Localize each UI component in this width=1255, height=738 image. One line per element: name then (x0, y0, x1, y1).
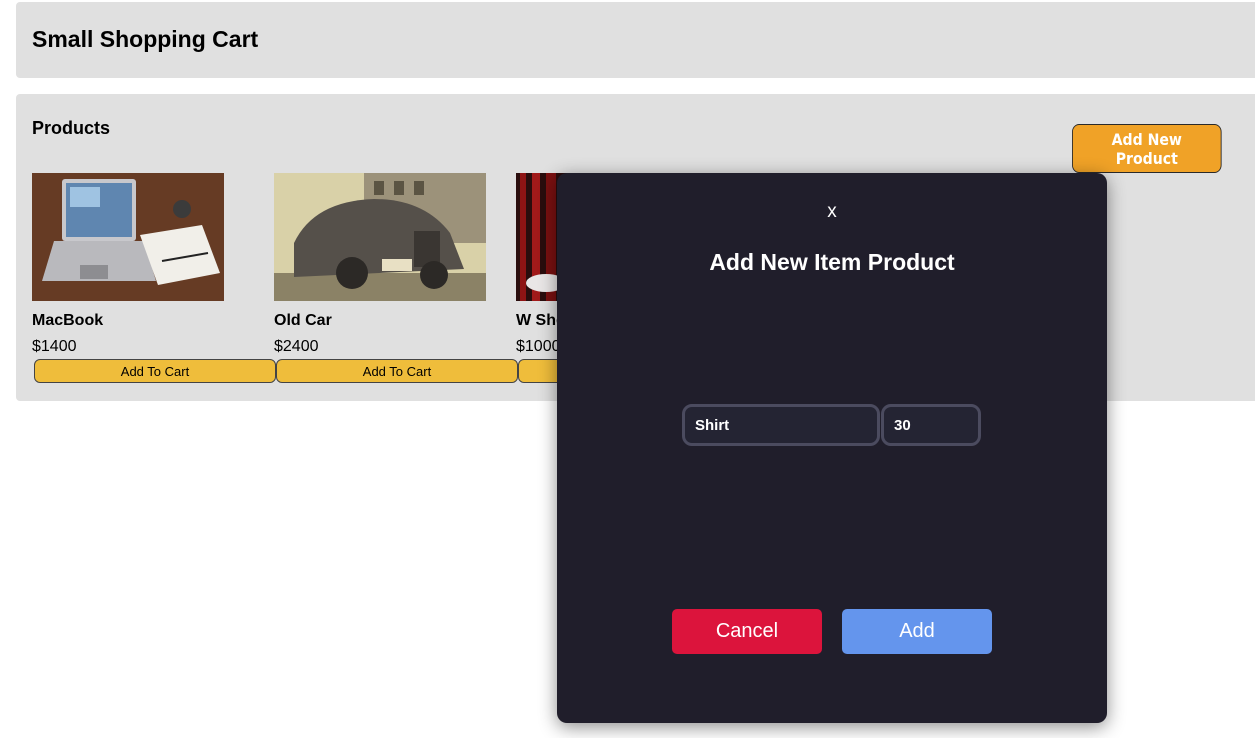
add-to-cart-button[interactable]: Add To Cart (34, 359, 276, 383)
product-name: Old Car (274, 312, 332, 329)
cancel-button[interactable]: Cancel (672, 609, 822, 654)
product-card: Old Car $2400 Add To Cart (274, 173, 518, 383)
add-button[interactable]: Add (842, 609, 992, 654)
products-heading: Products (32, 118, 111, 138)
product-price: $2400 (274, 338, 319, 355)
add-to-cart-button[interactable]: Add To Cart (276, 359, 518, 383)
app-title: Small Shopping Cart (32, 26, 259, 52)
product-price: $1400 (32, 338, 77, 355)
close-icon[interactable]: x (557, 201, 1107, 223)
product-price-input[interactable] (881, 404, 981, 446)
product-image (274, 173, 486, 301)
product-name: MacBook (32, 312, 104, 329)
app-header: Small Shopping Cart (16, 2, 1255, 78)
product-image (32, 173, 224, 301)
add-product-modal: x Add New Item Product Cancel Add (557, 173, 1107, 723)
add-new-product-button[interactable]: Add New Product (1072, 124, 1222, 173)
modal-title: Add New Item Product (709, 249, 955, 275)
product-card: MacBook $1400 Add To Cart (32, 173, 276, 383)
product-name-input[interactable] (682, 404, 880, 446)
product-price: $1000 (516, 338, 561, 355)
